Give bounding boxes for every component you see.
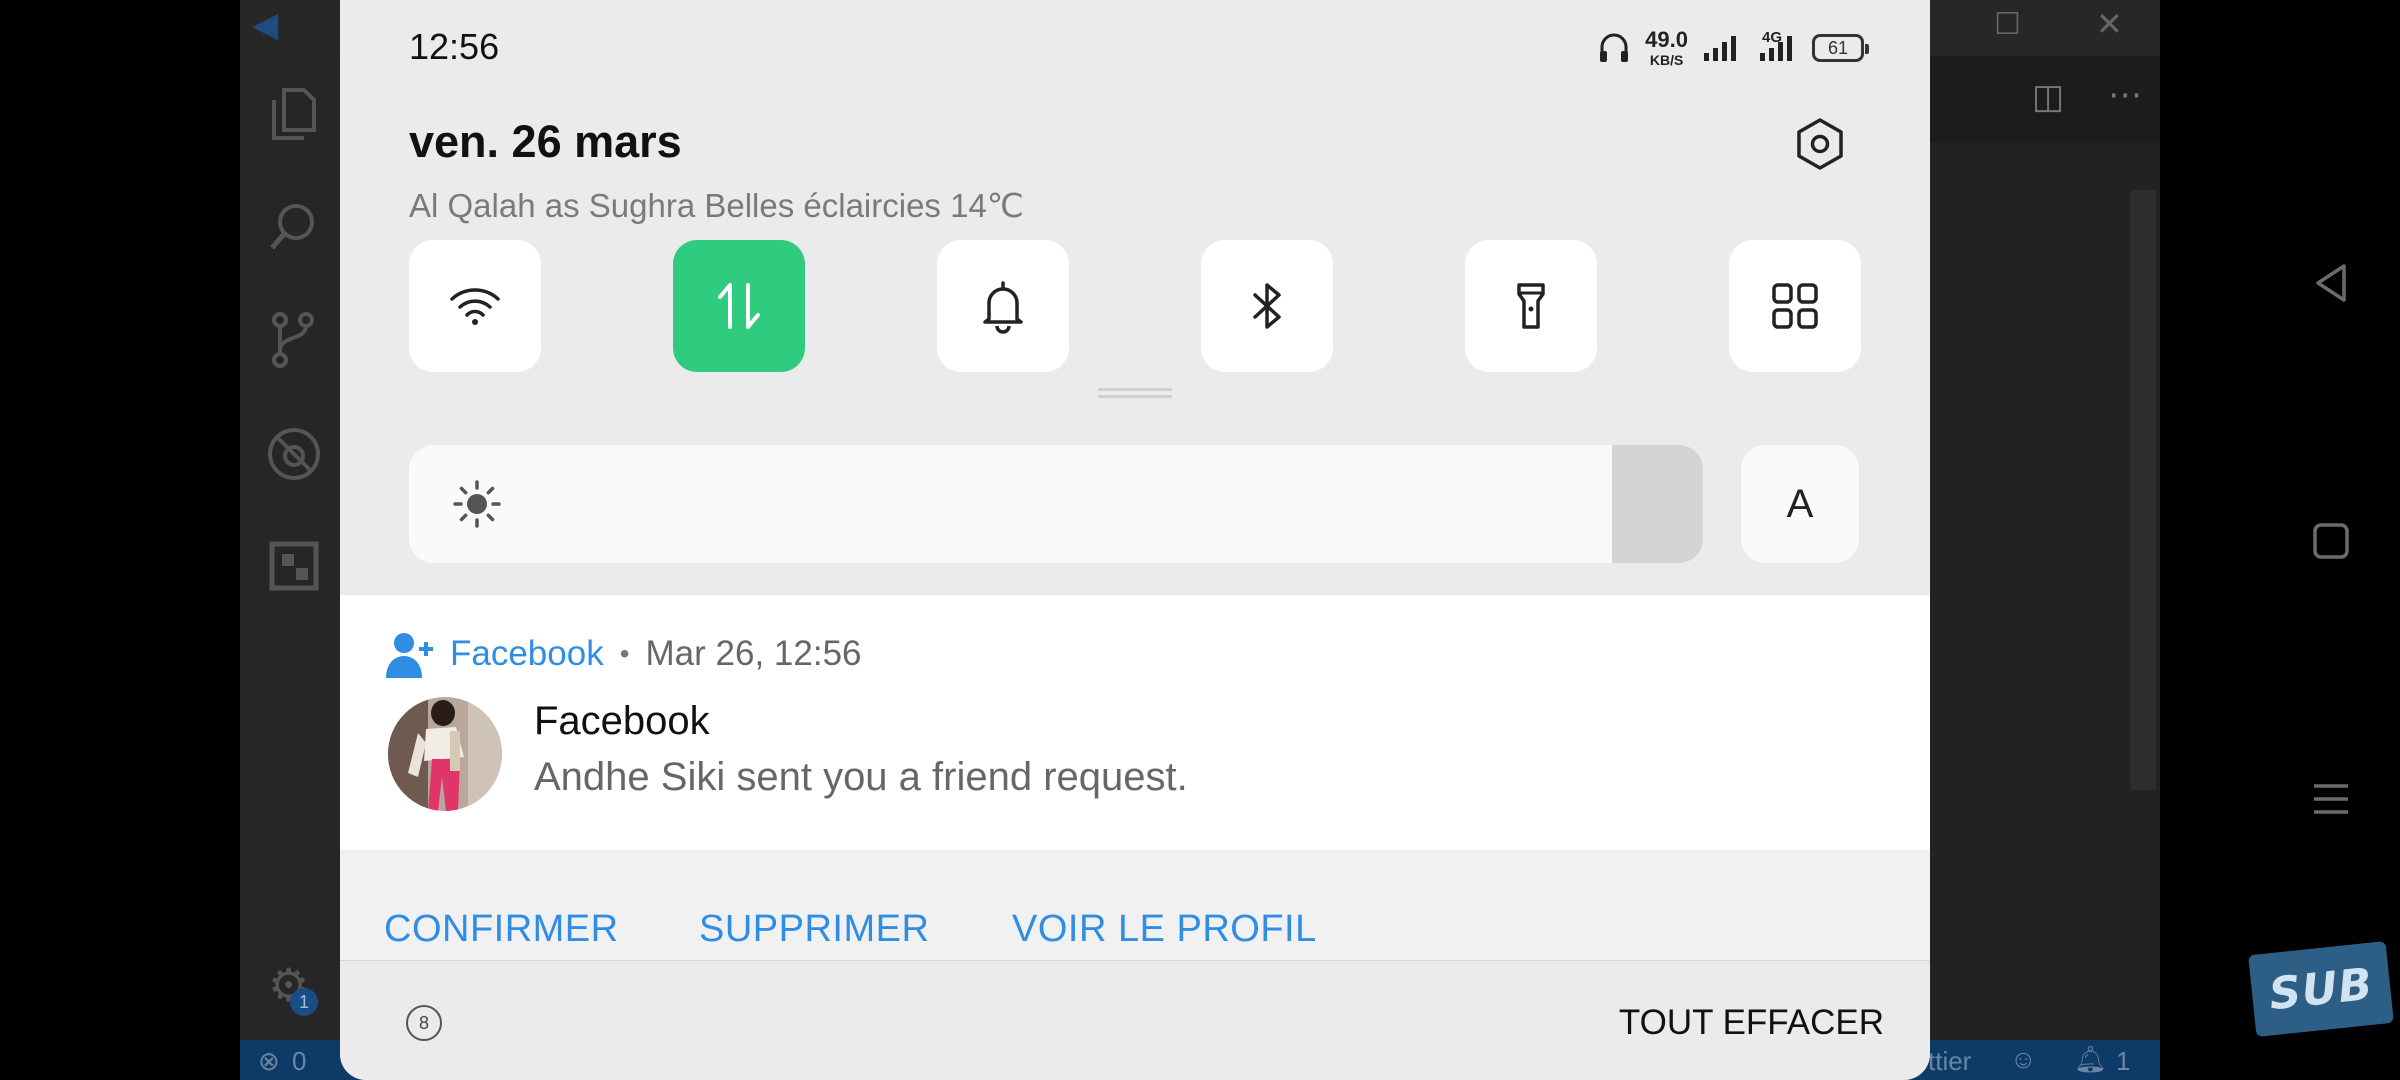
facebook-notification[interactable]: Facebook • Mar 26, 12:56 Facebook Andhe …	[340, 595, 1930, 850]
status-icons: 49.0 KB/S 4G 61	[1597, 26, 1869, 70]
network-speed: 49.0 KB/S	[1645, 27, 1688, 68]
split-editor-icon: ◫	[2032, 78, 2065, 116]
delete-button[interactable]: SUPPRIMER	[699, 908, 929, 951]
more-actions-icon: ⋯	[2108, 76, 2142, 114]
weather: Al Qalah as Sughra Belles éclaircies 14℃	[409, 187, 1024, 224]
friend-request-icon	[386, 633, 433, 678]
clear-all-button[interactable]: TOUT EFFACER	[1619, 1003, 1884, 1043]
apps-grid-icon	[1772, 283, 1818, 329]
feedback-smiley-icon: ☺	[2010, 1044, 2037, 1074]
notification-app-name: Facebook	[450, 634, 604, 673]
avatar	[388, 697, 502, 811]
notifications-bell-icon: 🔔︎	[2074, 1044, 2108, 1074]
brightness-slider[interactable]	[409, 445, 1703, 563]
signal-4g-icon: 4G	[1756, 29, 1798, 63]
nav-home-icon[interactable]	[2306, 516, 2356, 566]
notification-header: Facebook • Mar 26, 12:56	[384, 628, 862, 680]
notification-title: Facebook	[534, 699, 710, 743]
nav-back-icon[interactable]	[2306, 258, 2356, 308]
shade-drag-handle[interactable]	[1098, 388, 1172, 398]
brightness-slider-thumb[interactable]	[1612, 445, 1703, 563]
bell-icon	[983, 281, 1023, 334]
notification-separator: •	[619, 638, 630, 669]
notification-settings-icon[interactable]: 8	[406, 1005, 442, 1041]
brightness-sun-icon	[453, 480, 501, 528]
notification-actions: CONFIRMER SUPPRIMER VOIR LE PROFIL	[340, 850, 1930, 960]
source-control-icon	[268, 310, 318, 370]
error-count: 0	[292, 1046, 307, 1076]
mobile-data-toggle[interactable]	[673, 240, 805, 372]
background-scrollbar	[2130, 190, 2156, 790]
network-type: 4G	[1762, 29, 1783, 46]
maximize-icon: ☐	[1994, 8, 2021, 41]
explorer-icon	[268, 86, 318, 142]
sub-watermark: SUB	[2248, 941, 2394, 1037]
flashlight-icon	[1517, 283, 1545, 329]
mobile-data-icon	[718, 283, 760, 329]
settings-icon[interactable]	[1792, 116, 1848, 172]
debug-icon	[266, 426, 322, 482]
auto-brightness-button[interactable]: A	[1741, 445, 1859, 563]
notification-shade: 12:56 49.0 KB/S 4G 61 ven. 26 mars Al Qa…	[340, 0, 1930, 1080]
error-count-icon: ⊗	[258, 1046, 280, 1076]
view-profile-button[interactable]: VOIR LE PROFIL	[1012, 908, 1317, 951]
bluetooth-icon	[1253, 283, 1281, 329]
date: ven. 26 mars	[409, 116, 682, 167]
status-right-text: ttier	[1928, 1046, 1972, 1076]
wifi-icon	[450, 288, 500, 325]
flashlight-toggle[interactable]	[1465, 240, 1597, 372]
wifi-toggle[interactable]	[409, 240, 541, 372]
notification-body: Andhe Siki sent you a friend request.	[534, 755, 1188, 799]
vscode-logo-icon: ◀	[252, 6, 279, 44]
status-time: 12:56	[409, 26, 500, 67]
network-speed-unit: KB/S	[1649, 52, 1684, 68]
close-window-icon: ✕	[2096, 6, 2123, 42]
nav-recents-icon[interactable]	[2306, 774, 2356, 824]
network-speed-value: 49.0	[1645, 27, 1688, 52]
background-activity-bar: ⚙ 1	[240, 56, 340, 1040]
search-icon	[266, 200, 320, 254]
battery-level: 61	[1827, 37, 1849, 58]
signal-icon	[1702, 33, 1742, 63]
notifications-count: 1	[2116, 1046, 2131, 1076]
gear-update-badge: 1	[290, 988, 318, 1016]
edit-tiles-button[interactable]	[1729, 240, 1861, 372]
extensions-icon	[268, 540, 320, 592]
headphones-icon	[1597, 31, 1631, 65]
sound-toggle[interactable]	[937, 240, 1069, 372]
confirm-button[interactable]: CONFIRMER	[384, 908, 619, 951]
battery-icon: 61	[1812, 34, 1869, 62]
shade-footer: 8 TOUT EFFACER	[340, 960, 1930, 1080]
bluetooth-toggle[interactable]	[1201, 240, 1333, 372]
notification-time: Mar 26, 12:56	[645, 634, 862, 673]
